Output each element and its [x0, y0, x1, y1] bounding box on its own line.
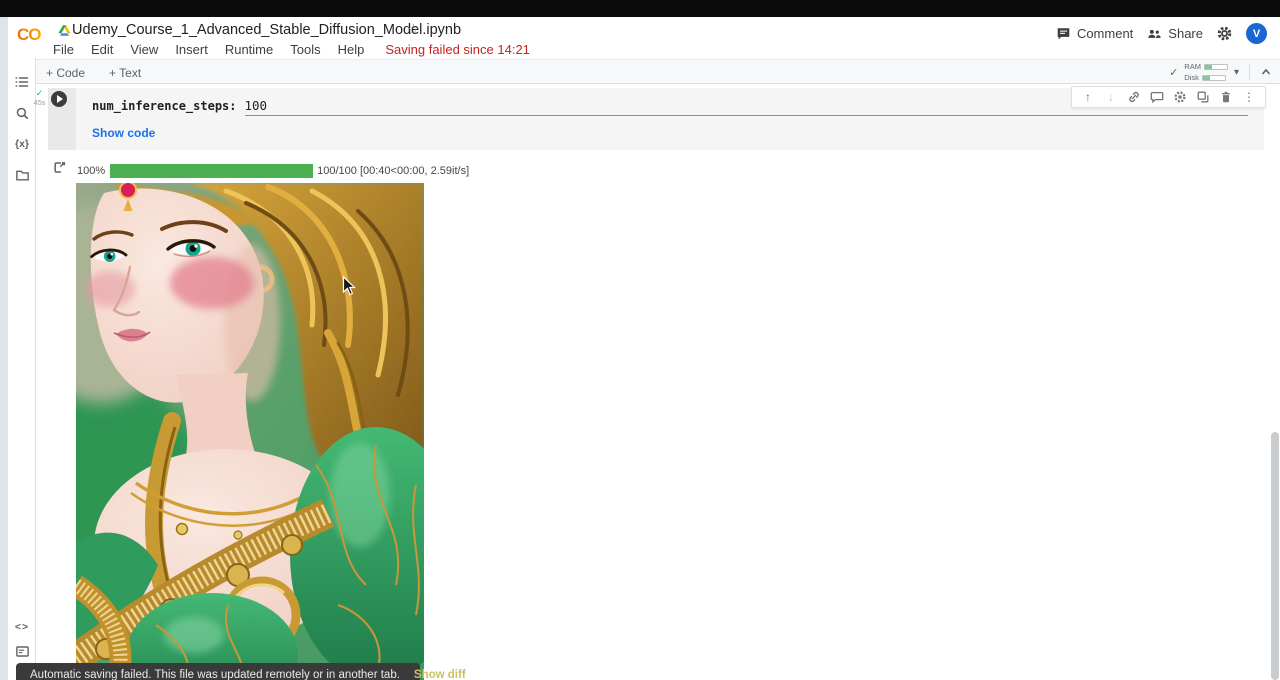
- cell-exec-status: ✓ 45s: [32, 88, 47, 107]
- notebook-header: CO Udemy_Course_1_Advanced_Stable_Diffus…: [8, 17, 1280, 58]
- search-icon[interactable]: [13, 104, 31, 122]
- move-cell-up-icon[interactable]: ↑: [1081, 90, 1095, 104]
- delete-cell-icon[interactable]: [1219, 90, 1233, 104]
- menu-insert[interactable]: Insert: [175, 42, 208, 57]
- user-avatar[interactable]: V: [1246, 23, 1267, 44]
- vertical-scrollbar[interactable]: [1271, 432, 1279, 680]
- cell-toolbar: ↑ ↓: [1071, 86, 1266, 108]
- progress-percent: 100%: [77, 165, 105, 177]
- share-button[interactable]: Share: [1146, 26, 1203, 41]
- exec-success-icon: ✓: [32, 88, 47, 98]
- toast-message: Automatic saving failed. This file was u…: [30, 669, 400, 680]
- autosave-failed-toast: Automatic saving failed. This file was u…: [16, 663, 420, 680]
- star-icon[interactable]: ☆: [407, 21, 420, 38]
- menu-help[interactable]: Help: [338, 42, 365, 57]
- disk-gauge: [1202, 75, 1226, 81]
- terminal-icon[interactable]: [13, 642, 31, 660]
- menu-file[interactable]: File: [53, 42, 74, 57]
- form-field-label: num_inference_steps:: [92, 99, 237, 113]
- comment-button[interactable]: Comment: [1056, 26, 1133, 41]
- code-cell: ✓ 45s num_inference_steps: 100 Show code…: [48, 88, 1264, 150]
- progress-stats: 100/100 [00:40<00:00, 2.59it/s]: [317, 165, 469, 177]
- connected-check-icon: ✓: [1169, 66, 1178, 79]
- saving-failed-status[interactable]: Saving failed since 14:21: [385, 42, 530, 57]
- table-of-contents-icon[interactable]: [13, 73, 31, 91]
- files-icon[interactable]: [13, 166, 31, 184]
- show-diff-button[interactable]: Show diff: [414, 669, 466, 680]
- exec-time: 45s: [32, 98, 47, 107]
- share-people-icon: [1146, 26, 1162, 41]
- toolbar-divider: [1249, 64, 1250, 80]
- menu-bar: File Edit View Insert Runtime Tools Help…: [53, 42, 530, 57]
- window-left-edge: [0, 17, 8, 680]
- cell-gutter: [48, 88, 76, 150]
- resources-dropdown-icon[interactable]: ▾: [1234, 67, 1239, 78]
- move-cell-down-icon[interactable]: ↓: [1104, 90, 1118, 104]
- header-actions: Comment Share: [1056, 23, 1267, 44]
- gear-icon: [1216, 25, 1233, 42]
- menu-runtime[interactable]: Runtime: [225, 42, 273, 57]
- stable-diffusion-portrait: [76, 183, 424, 680]
- mirror-cell-icon[interactable]: [1196, 90, 1210, 104]
- show-code-link[interactable]: Show code: [92, 126, 155, 140]
- notebook-toolbar: + Code + Text ✓ RAM Disk ▾: [36, 59, 1280, 84]
- add-text-button[interactable]: + Text: [103, 64, 147, 82]
- variables-icon[interactable]: {x}: [13, 135, 31, 153]
- progress-output: 100% 100/100 [00:40<00:00, 2.59it/s]: [77, 163, 469, 178]
- collapse-sections-icon[interactable]: [1260, 66, 1272, 78]
- disk-label: Disk: [1184, 73, 1199, 82]
- share-label: Share: [1168, 26, 1203, 41]
- colab-logo[interactable]: CO: [17, 25, 41, 45]
- code-snippets-icon[interactable]: <>: [13, 618, 31, 636]
- menu-edit[interactable]: Edit: [91, 42, 113, 57]
- colab-window: CO Udemy_Course_1_Advanced_Stable_Diffus…: [0, 0, 1280, 680]
- run-cell-button[interactable]: [51, 91, 67, 107]
- comment-label: Comment: [1077, 26, 1133, 41]
- output-indicator-icon[interactable]: [52, 160, 67, 175]
- left-sidebar: {x} <>: [8, 58, 36, 680]
- menu-view[interactable]: View: [130, 42, 158, 57]
- drive-icon: [58, 24, 71, 37]
- notebook-title[interactable]: Udemy_Course_1_Advanced_Stable_Diffusion…: [72, 22, 461, 38]
- play-icon: [57, 95, 63, 103]
- resource-monitor[interactable]: RAM Disk: [1184, 62, 1228, 82]
- ram-label: RAM: [1184, 62, 1201, 71]
- more-cell-actions-icon[interactable]: ⋮: [1242, 90, 1256, 104]
- add-code-button[interactable]: + Code: [40, 64, 91, 82]
- add-comment-icon[interactable]: [1150, 90, 1164, 104]
- link-to-cell-icon[interactable]: [1127, 90, 1141, 104]
- settings-button[interactable]: [1216, 25, 1233, 42]
- progress-bar: [110, 164, 313, 178]
- comment-icon: [1056, 26, 1071, 41]
- window-top-bar: [0, 0, 1280, 17]
- ram-gauge: [1204, 64, 1228, 70]
- menu-tools[interactable]: Tools: [290, 42, 320, 57]
- mouse-cursor: [342, 276, 356, 296]
- generated-image-output: [76, 183, 424, 680]
- cell-settings-gear-icon[interactable]: [1173, 90, 1187, 104]
